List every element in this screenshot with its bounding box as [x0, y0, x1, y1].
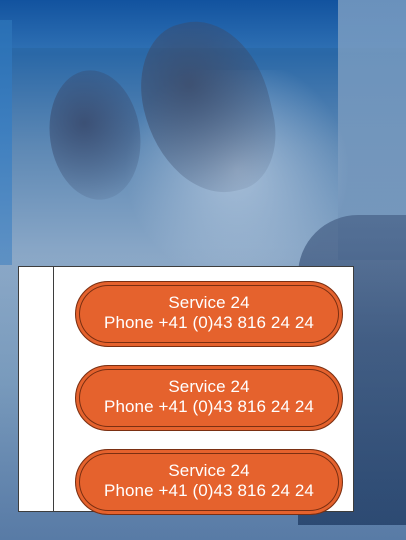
service-pill-2: Service 24 Phone +41 (0)43 816 24 24 [75, 365, 343, 431]
background-glow [112, 70, 362, 270]
service-pill-1: Service 24 Phone +41 (0)43 816 24 24 [75, 281, 343, 347]
card-divider [53, 267, 54, 511]
background-figure-2 [41, 64, 149, 206]
service-pill-title: Service 24 [168, 461, 250, 480]
page-root: Service 24 Phone +41 (0)43 816 24 24 Ser… [0, 0, 406, 540]
service-pill-phone: Phone +41 (0)43 816 24 24 [104, 397, 314, 416]
service-pill-3: Service 24 Phone +41 (0)43 816 24 24 [75, 449, 343, 515]
service-pill-title: Service 24 [168, 293, 250, 312]
service-card: Service 24 Phone +41 (0)43 816 24 24 Ser… [18, 266, 357, 515]
service-pill-wrap: Service 24 Phone +41 (0)43 816 24 24 [75, 281, 357, 347]
background-top-band [0, 0, 406, 48]
service-pill-title: Service 24 [168, 377, 250, 396]
service-pill-phone: Phone +41 (0)43 816 24 24 [104, 481, 314, 500]
background-figure [126, 8, 289, 207]
background-right-panel [338, 0, 406, 260]
background-left-edge [0, 20, 12, 265]
service-pill-wrap: Service 24 Phone +41 (0)43 816 24 24 [75, 449, 357, 515]
service-pill-phone: Phone +41 (0)43 816 24 24 [104, 313, 314, 332]
service-pill-wrap: Service 24 Phone +41 (0)43 816 24 24 [75, 365, 357, 431]
